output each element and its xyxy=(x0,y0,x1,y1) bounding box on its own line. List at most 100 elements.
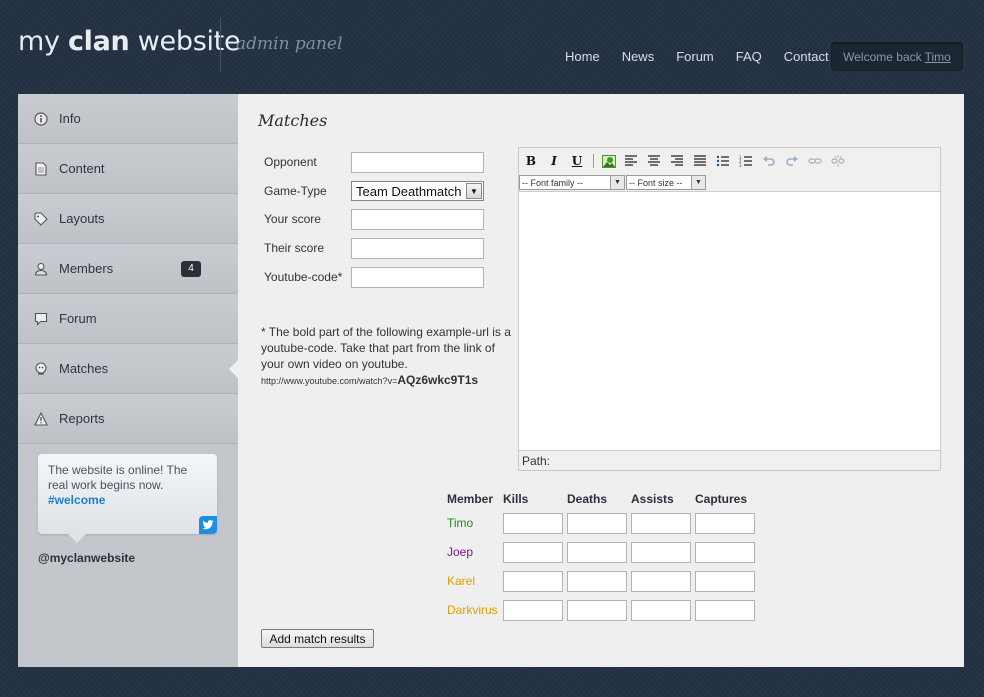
kills-input[interactable] xyxy=(503,600,563,621)
deaths-input[interactable] xyxy=(567,571,627,592)
deaths-input[interactable] xyxy=(567,600,627,621)
sidebar: Info Content Layouts Members 4 Forum Mat… xyxy=(18,94,239,667)
forum-icon xyxy=(34,312,48,326)
youtube-code-input[interactable] xyxy=(351,266,484,288)
welcome-text: Welcome back xyxy=(843,49,922,64)
numbered-list-icon[interactable]: 123 xyxy=(736,152,756,170)
youtube-note: * The bold part of the following example… xyxy=(261,324,511,389)
svg-text:3: 3 xyxy=(739,163,742,167)
align-justify-icon[interactable] xyxy=(690,152,710,170)
welcome-user-link[interactable]: Timo xyxy=(925,50,951,64)
twitter-bird-icon[interactable] xyxy=(199,516,217,534)
deaths-input[interactable] xyxy=(567,513,627,534)
align-right-icon[interactable] xyxy=(667,152,687,170)
kills-input[interactable] xyxy=(503,513,563,534)
sidebar-item-members[interactable]: Members 4 xyxy=(18,244,238,294)
main-panel: Matches Opponent Game-Type Team Deathmat… xyxy=(238,94,964,667)
assists-input[interactable] xyxy=(631,571,691,592)
nav-news[interactable]: News xyxy=(622,49,655,64)
chevron-down-icon[interactable]: ▼ xyxy=(466,183,482,199)
sidebar-item-content[interactable]: Content xyxy=(18,144,238,194)
align-center-icon[interactable] xyxy=(644,152,664,170)
results-header-deaths: Deaths xyxy=(567,492,608,506)
sidebar-item-info[interactable]: Info xyxy=(18,94,238,144)
youtube-row: Youtube-code* xyxy=(264,266,484,288)
info-icon xyxy=(34,111,48,126)
captures-input[interactable] xyxy=(695,600,755,621)
kills-input[interactable] xyxy=(503,571,563,592)
assists-input[interactable] xyxy=(631,600,691,621)
bullet-list-icon[interactable] xyxy=(713,152,733,170)
nav-forum[interactable]: Forum xyxy=(676,49,714,64)
image-icon[interactable] xyxy=(599,152,619,170)
opponent-label: Opponent xyxy=(264,155,317,169)
font-family-select[interactable]: -- Font family -- ▼ xyxy=(519,175,625,190)
twitter-handle[interactable]: @myclanwebsite xyxy=(38,551,135,565)
link-icon[interactable] xyxy=(805,152,825,170)
sidebar-item-label: Members xyxy=(59,261,114,276)
kills-input[interactable] xyxy=(503,542,563,563)
assists-input[interactable] xyxy=(631,513,691,534)
opponent-input[interactable] xyxy=(351,151,484,173)
assists-input[interactable] xyxy=(631,542,691,563)
captures-input[interactable] xyxy=(695,542,755,563)
sidebar-item-label: Forum xyxy=(59,311,97,326)
gametype-row: Game-Type Team Deathmatch ▼ xyxy=(264,180,484,202)
warning-icon xyxy=(34,411,48,426)
results-header-member: Member xyxy=(447,492,494,506)
youtube-example-url: http://www.youtube.com/watch?v= xyxy=(261,376,398,386)
results-member-name: Karel xyxy=(447,574,476,588)
tweet-text: The website is online! The real work beg… xyxy=(48,463,188,492)
document-icon xyxy=(34,161,48,176)
your-score-input[interactable] xyxy=(351,208,484,230)
sidebar-item-matches[interactable]: Matches xyxy=(18,344,239,394)
nav-contact[interactable]: Contact xyxy=(784,49,829,64)
top-nav: Home News Forum FAQ Contact xyxy=(565,49,851,64)
chevron-down-icon[interactable]: ▼ xyxy=(691,176,705,189)
tweet-hashtag[interactable]: #welcome xyxy=(48,493,105,507)
editor-content-area[interactable] xyxy=(519,193,940,450)
underline-icon[interactable]: U xyxy=(567,152,587,170)
nav-faq[interactable]: FAQ xyxy=(736,49,762,64)
sidebar-item-label: Layouts xyxy=(59,211,105,226)
user-icon xyxy=(34,262,48,276)
deaths-input[interactable] xyxy=(567,542,627,563)
tag-icon xyxy=(34,211,48,226)
logo-divider xyxy=(220,18,221,72)
sidebar-item-reports[interactable]: Reports xyxy=(18,394,238,444)
captures-input[interactable] xyxy=(695,513,755,534)
gametype-select[interactable]: Team Deathmatch ▼ xyxy=(351,181,484,201)
sidebar-item-label: Matches xyxy=(59,361,109,376)
sidebar-item-layouts[interactable]: Layouts xyxy=(18,194,238,244)
captures-input[interactable] xyxy=(695,571,755,592)
sidebar-item-label: Content xyxy=(59,161,105,176)
results-header-captures: Captures xyxy=(695,492,748,506)
unlink-icon[interactable] xyxy=(828,152,848,170)
nav-home[interactable]: Home xyxy=(565,49,600,64)
sidebar-item-label: Reports xyxy=(59,411,105,426)
undo-icon[interactable] xyxy=(759,152,779,170)
align-left-icon[interactable] xyxy=(621,152,641,170)
admin-panel-label: admin panel xyxy=(236,34,343,54)
add-match-results-button[interactable]: Add match results xyxy=(261,629,374,648)
youtube-label: Youtube-code* xyxy=(264,270,343,284)
sidebar-item-forum[interactable]: Forum xyxy=(18,294,238,344)
font-family-value: -- Font family -- xyxy=(522,177,584,188)
matches-icon xyxy=(34,361,48,376)
youtube-note-text: * The bold part of the following example… xyxy=(261,325,511,371)
results-header-assists: Assists xyxy=(631,492,674,506)
bold-icon[interactable]: B xyxy=(521,152,541,170)
their-score-input[interactable] xyxy=(351,237,484,259)
italic-icon[interactable]: I xyxy=(544,152,564,170)
redo-icon[interactable] xyxy=(782,152,802,170)
your-score-label: Your score xyxy=(264,212,321,226)
editor-toolbar: B I U 123 -- Font family -- ▼ -- Font si… xyxy=(519,148,940,192)
font-size-value: -- Font size -- xyxy=(629,177,683,188)
site-logo[interactable]: my clan website xyxy=(18,26,241,57)
page-title: Matches xyxy=(258,111,328,130)
gametype-label: Game-Type xyxy=(264,184,327,198)
font-size-select[interactable]: -- Font size -- ▼ xyxy=(626,175,706,190)
welcome-box: Welcome back Timo xyxy=(831,42,963,71)
sidebar-item-label: Info xyxy=(59,111,81,126)
chevron-down-icon[interactable]: ▼ xyxy=(610,176,624,189)
